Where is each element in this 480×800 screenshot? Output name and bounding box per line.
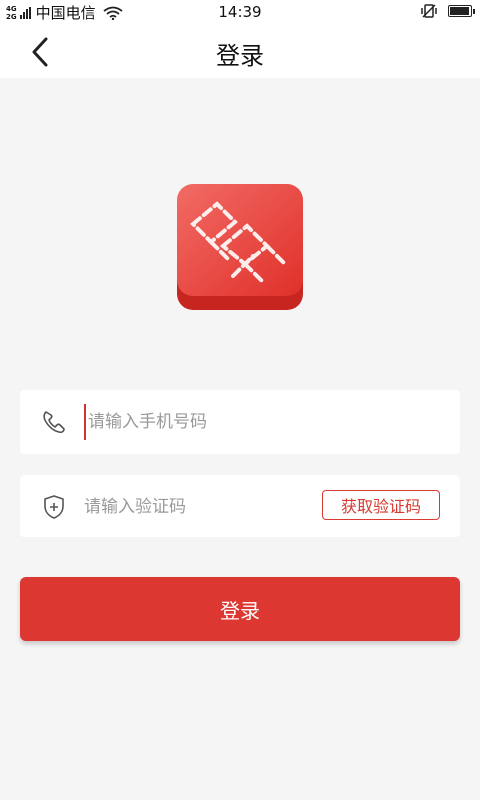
nav-bar: 登录 [0, 24, 480, 78]
phone-field-row [20, 390, 460, 454]
code-input[interactable] [84, 489, 314, 525]
battery-icon [448, 5, 475, 17]
vibrate-icon [421, 4, 437, 18]
status-time: 14:39 [218, 3, 262, 21]
get-code-button[interactable]: 获取验证码 [322, 490, 440, 520]
page-title: 登录 [216, 42, 264, 70]
shield-plus-icon [44, 495, 64, 519]
status-bar: 4G 2G 中国电信 14:39 [0, 0, 480, 24]
phone-icon [43, 411, 65, 434]
code-field-row: 获取验证码 [20, 475, 460, 537]
status-right [420, 3, 475, 19]
app-logo [177, 184, 303, 310]
phone-input[interactable] [84, 404, 444, 440]
login-button[interactable]: 登录 [20, 577, 460, 641]
